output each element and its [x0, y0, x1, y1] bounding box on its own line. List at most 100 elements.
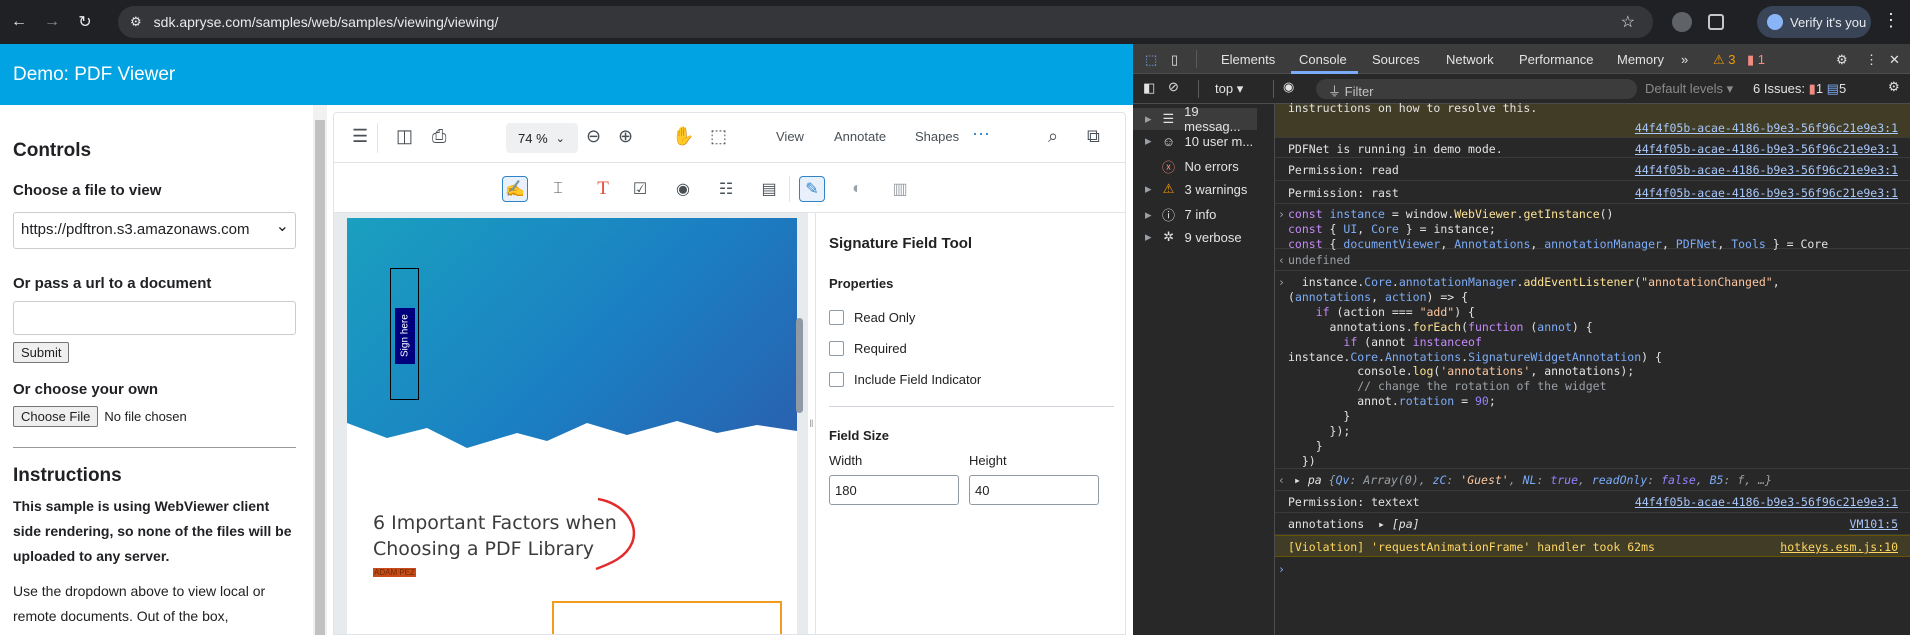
log-object[interactable]: [pa] [1392, 517, 1420, 531]
submit-button[interactable]: Submit [13, 342, 70, 363]
checkbox-tool-icon[interactable]: ☑ [627, 176, 653, 202]
tab-network[interactable]: Network [1446, 52, 1494, 67]
free-text-tool-icon[interactable]: T [590, 176, 616, 202]
source-link[interactable]: VM101:5 [1850, 517, 1898, 531]
text-field-tool-icon[interactable]: ⌶ [545, 176, 571, 202]
tab-memory[interactable]: Memory [1617, 52, 1664, 67]
chevron-down-icon: ⌄ [555, 132, 565, 145]
height-input[interactable]: 40 [969, 475, 1099, 505]
source-link[interactable]: hotkeys.esm.js:10 [1780, 540, 1898, 554]
style-palette-icon[interactable]: ◐ [844, 176, 870, 202]
error-count-badge[interactable]: ▮ 1 [1747, 52, 1765, 68]
console-settings-icon[interactable]: ⚙ [1888, 79, 1900, 95]
log-label: annotations [1288, 517, 1365, 531]
devtools-panel: ⬚ ▯ Elements Console Sources Network Per… [1133, 44, 1910, 635]
url-input[interactable] [13, 301, 296, 335]
checkbox-box[interactable] [829, 372, 844, 387]
sidebar-item-warnings[interactable]: ▸ ⚠ 3 warnings [1145, 181, 1247, 197]
required-checkbox[interactable]: Required [829, 341, 1125, 356]
console-filter-input[interactable]: ⏚ Filter [1316, 79, 1637, 99]
forward-icon[interactable]: → [38, 8, 66, 36]
pan-icon[interactable]: ✋ [672, 126, 694, 147]
menu-view[interactable]: View [776, 129, 804, 144]
properties-panel-icon[interactable]: ▥ [887, 176, 913, 202]
form-builder-icon[interactable]: ✎ [799, 176, 825, 202]
devtools-menu-icon[interactable]: ⋮ [1865, 52, 1878, 68]
search-icon[interactable]: ⌕ [1048, 126, 1058, 147]
live-expression-eye-icon[interactable]: ◉ [1283, 79, 1294, 95]
device-toolbar-icon[interactable]: ▯ [1171, 52, 1178, 68]
select-icon[interactable]: ⬚ [710, 126, 727, 147]
extension-icon[interactable] [1672, 12, 1692, 32]
tab-sources[interactable]: Sources [1372, 52, 1420, 67]
signature-field-tool-icon[interactable]: ✍ [502, 176, 528, 202]
document-author: ADAM PEZ [373, 568, 416, 577]
url-text[interactable]: sdk.apryse.com/samples/web/samples/viewi… [154, 14, 499, 30]
scrollbar-thumb[interactable] [315, 120, 325, 635]
back-icon[interactable]: ← [5, 8, 33, 36]
console-prompt[interactable]: › [1278, 562, 1285, 576]
message-text: Permission: textext [1288, 495, 1420, 509]
more-tabs-icon[interactable]: » [1681, 52, 1688, 67]
left-panel-icon[interactable]: ◫ [396, 126, 413, 147]
checkbox-box[interactable] [829, 341, 844, 356]
comments-icon[interactable]: ⧉ [1087, 126, 1100, 147]
document-scrollbar[interactable] [796, 318, 803, 413]
document-area[interactable]: Sign here 6 Important Factors when Choos… [334, 213, 808, 634]
read-only-checkbox[interactable]: Read Only [829, 310, 1125, 325]
panel-resizer[interactable]: ‖ [808, 213, 815, 634]
more-menu-icon[interactable]: ⋯ [972, 124, 990, 145]
settings-gear-icon[interactable]: ⚙ [1836, 52, 1848, 68]
source-link[interactable]: 44f4f05b-acae-4186-b9e3-56f96c21e9e3:1 [1635, 142, 1898, 156]
bookmark-star-icon[interactable]: ☆ [1621, 12, 1635, 32]
zoom-dropdown[interactable]: 74 % ⌄ [506, 123, 578, 153]
checkbox-box[interactable] [829, 310, 844, 325]
context-select[interactable]: top ▾ [1215, 81, 1243, 97]
zoom-in-icon[interactable]: ⊕ [618, 126, 633, 147]
source-link[interactable]: 44f4f05b-acae-4186-b9e3-56f96c21e9e3:1 [1635, 121, 1898, 135]
close-icon[interactable]: ✕ [1889, 52, 1900, 68]
file-select[interactable]: https://pdftron.s3.amazonaws.com [13, 212, 296, 249]
source-link[interactable]: 44f4f05b-acae-4186-b9e3-56f96c21e9e3:1 [1635, 186, 1898, 200]
sidebar-item-info[interactable]: ▸ ⓘ 7 info [1145, 205, 1216, 224]
console-output: instructions on how to resolve this. 44f… [1275, 101, 1910, 635]
zoom-out-icon[interactable]: ⊖ [586, 126, 601, 147]
document-settings-icon[interactable]: ⎙ [432, 126, 446, 147]
sidebar-item-verbose[interactable]: ▸ ✲ 9 verbose [1145, 229, 1242, 245]
tab-console[interactable]: Console [1299, 52, 1347, 67]
profile-button[interactable]: Verify it's you [1757, 6, 1871, 38]
levels-dropdown[interactable]: Default levels ▾ [1645, 81, 1733, 97]
width-input[interactable]: 180 [829, 475, 959, 505]
controls-scrollbar[interactable] [313, 105, 327, 635]
sidebar-item-errors[interactable]: ▸ⓧNo errors [1145, 157, 1239, 176]
instructions-text: Use the dropdown above to view local or … [13, 583, 266, 624]
source-link[interactable]: 44f4f05b-acae-4186-b9e3-56f96c21e9e3:1 [1635, 495, 1898, 509]
message-text: [Violation] 'requestAnimationFrame' hand… [1288, 540, 1655, 554]
tab-performance[interactable]: Performance [1519, 52, 1593, 67]
browser-menu-icon[interactable]: ⋮ [1882, 10, 1900, 31]
menu-annotate[interactable]: Annotate [834, 129, 886, 144]
sidebar-toggle-icon[interactable]: ◧ [1143, 80, 1155, 96]
puzzle-icon[interactable] [1708, 14, 1724, 30]
freehand-annotation[interactable] [592, 493, 652, 573]
hamburger-menu-icon[interactable]: ☰ [352, 126, 368, 147]
site-info-icon[interactable]: ⚙ [130, 14, 142, 30]
sidebar-item-messages[interactable]: ▸ ☰ 19 messag... [1133, 104, 1257, 134]
source-link[interactable]: 44f4f05b-acae-4186-b9e3-56f96c21e9e3:1 [1635, 163, 1898, 177]
menu-shapes[interactable]: Shapes [915, 129, 959, 144]
list-box-tool-icon[interactable]: ☷ [713, 176, 739, 202]
field-indicator-checkbox[interactable]: Include Field Indicator [829, 372, 1125, 387]
radio-tool-icon[interactable]: ◉ [670, 176, 696, 202]
sign-here-tag[interactable]: Sign here [395, 308, 415, 364]
sidebar-item-user-messages[interactable]: ▸ ☺ 10 user m... [1145, 133, 1253, 149]
warning-count-badge[interactable]: ⚠ 3 [1713, 52, 1736, 68]
object-preview[interactable]: ▸ pa {Qv: Array(0), zC: 'Guest', NL: tru… [1294, 473, 1772, 488]
inspect-element-icon[interactable]: ⬚ [1145, 52, 1157, 68]
choose-file-button[interactable]: Choose File [13, 406, 99, 427]
clear-console-icon[interactable]: ⊘ [1168, 79, 1179, 95]
tab-elements[interactable]: Elements [1221, 52, 1275, 67]
address-bar[interactable]: ⚙ sdk.apryse.com/samples/web/samples/vie… [118, 6, 1653, 38]
combo-box-tool-icon[interactable]: ▤ [756, 176, 782, 202]
reload-icon[interactable]: ↻ [71, 8, 99, 36]
issues-button[interactable]: 6 Issues: ▮1 ▤5 [1753, 81, 1846, 97]
